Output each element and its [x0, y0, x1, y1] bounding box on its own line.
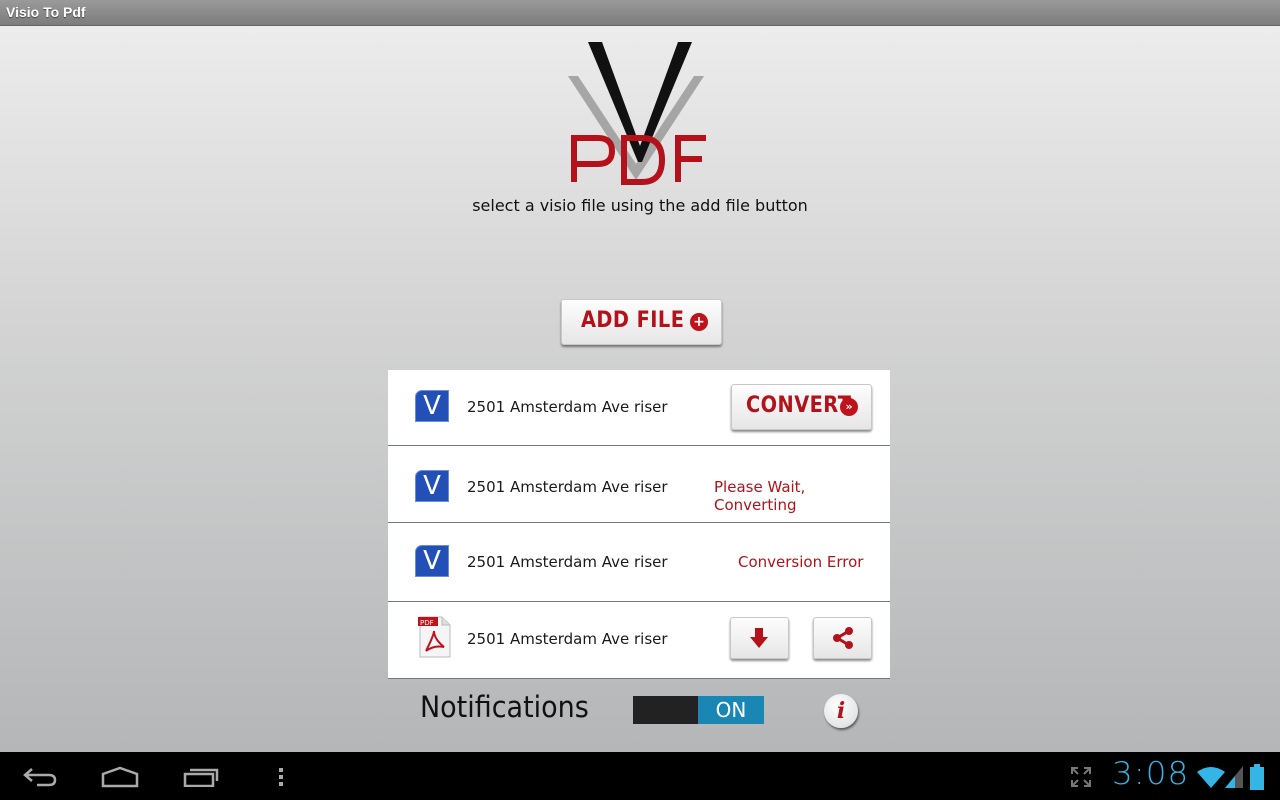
- file-name: 2501 Amsterdam Ave riser: [467, 630, 668, 648]
- add-file-label: ADD FILE: [581, 308, 685, 333]
- convert-button[interactable]: CONVERT »: [731, 384, 872, 430]
- toggle-on-state: ON: [698, 696, 764, 724]
- share-icon: [833, 627, 853, 649]
- main-content: select a visio file using the add file b…: [0, 26, 1280, 752]
- info-button[interactable]: i: [824, 694, 858, 728]
- double-chevron-icon: »: [840, 398, 858, 416]
- file-name: 2501 Amsterdam Ave riser: [467, 553, 668, 571]
- recent-apps-icon[interactable]: [183, 767, 219, 787]
- add-file-button[interactable]: ADD FILE +: [561, 299, 722, 345]
- file-name: 2501 Amsterdam Ave riser: [467, 398, 668, 416]
- wifi-icon: [1197, 767, 1225, 788]
- visio-icon: V: [415, 470, 449, 502]
- pdf-icon: PDF: [418, 616, 451, 658]
- app-logo: [568, 42, 706, 185]
- system-nav-bar: 3:08: [0, 752, 1280, 800]
- title-bar: Visio To Pdf: [0, 0, 1280, 26]
- app-title: Visio To Pdf: [6, 4, 86, 20]
- notifications-label: Notifications: [420, 690, 589, 724]
- visio-icon: V: [415, 545, 449, 577]
- notifications-toggle[interactable]: ON: [633, 696, 764, 724]
- file-row[interactable]: V 2501 Amsterdam Ave riser Conversion Er…: [388, 523, 890, 602]
- battery-icon: [1250, 764, 1264, 790]
- menu-icon[interactable]: [277, 767, 285, 787]
- file-row[interactable]: V 2501 Amsterdam Ave riser CONVERT »: [388, 370, 890, 446]
- signal-icon: [1225, 766, 1243, 788]
- home-icon[interactable]: [101, 766, 139, 788]
- converting-status: Please Wait, Converting: [714, 478, 806, 514]
- download-arrow-icon: [750, 628, 768, 648]
- file-row[interactable]: V 2501 Amsterdam Ave riser Please Wait, …: [388, 446, 890, 523]
- file-name: 2501 Amsterdam Ave riser: [467, 478, 668, 496]
- plus-circle-icon: +: [690, 313, 708, 331]
- error-status: Conversion Error: [738, 553, 864, 571]
- instruction-text: select a visio file using the add file b…: [472, 196, 808, 215]
- svg-text:PDF: PDF: [420, 619, 434, 627]
- convert-label: CONVERT: [746, 393, 852, 418]
- file-list: V 2501 Amsterdam Ave riser CONVERT » V 2…: [388, 370, 890, 679]
- share-button[interactable]: [813, 617, 872, 659]
- fullscreen-icon[interactable]: [1070, 766, 1092, 788]
- visio-icon: V: [415, 390, 449, 422]
- clock: 3:08: [1112, 756, 1190, 792]
- file-row[interactable]: PDF 2501 Amsterdam Ave riser: [388, 602, 890, 679]
- download-button[interactable]: [730, 617, 789, 659]
- back-icon[interactable]: [22, 766, 58, 788]
